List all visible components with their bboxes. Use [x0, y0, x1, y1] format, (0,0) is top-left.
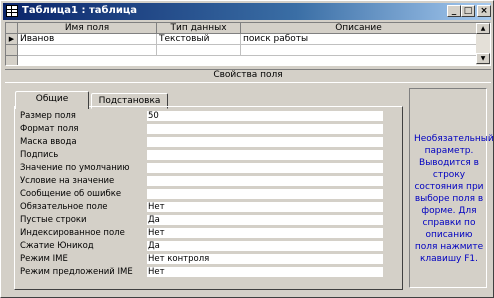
column-header-description[interactable]: Описание — [241, 23, 477, 34]
field-grid: Имя поля Тип данных Описание ▶ Иванов Те… — [5, 22, 491, 66]
tab-general[interactable]: Общие — [15, 91, 89, 109]
property-label: Маска ввода — [20, 137, 77, 147]
vertical-scrollbar[interactable]: ▲ ▼ — [476, 23, 490, 65]
scroll-down-icon[interactable]: ▼ — [476, 53, 490, 64]
property-value-field[interactable]: Нет — [147, 228, 383, 239]
property-value-field[interactable]: Нет — [147, 202, 383, 213]
property-value-field[interactable]: Нет — [147, 267, 383, 278]
property-value-field[interactable] — [147, 124, 383, 135]
table-icon — [6, 5, 18, 17]
title-bar[interactable]: Таблица1 : таблица _ □ × — [3, 3, 491, 20]
property-value-field[interactable]: Нет контроля — [147, 254, 383, 265]
property-value-field[interactable]: 50 — [147, 111, 383, 122]
property-value-field[interactable] — [147, 150, 383, 161]
property-label: Режим предложений IME — [20, 267, 133, 277]
property-label: Условие на значение — [20, 176, 115, 186]
column-header-data-type[interactable]: Тип данных — [157, 23, 241, 34]
property-label: Режим IME — [20, 254, 68, 264]
property-value-field[interactable] — [147, 137, 383, 148]
help-text: Необязательный параметр. Выводится в стр… — [414, 134, 494, 264]
row-selector[interactable] — [6, 45, 18, 56]
description-cell[interactable] — [241, 45, 477, 56]
table-design-window: Таблица1 : таблица _ □ × Имя поля Тип да… — [0, 0, 494, 298]
property-label: Формат поля — [20, 124, 79, 134]
field-properties-label: Свойства поля — [5, 69, 491, 83]
property-value-field[interactable] — [147, 189, 383, 200]
property-label: Размер поля — [20, 111, 76, 121]
property-label: Сжатие Юникод — [20, 241, 94, 251]
description-cell[interactable]: поиск работы — [241, 34, 477, 45]
property-label: Значение по умолчанию — [20, 163, 130, 173]
property-value-field[interactable]: Да — [147, 241, 383, 252]
help-panel: Необязательный параметр. Выводится в стр… — [409, 88, 494, 288]
property-label: Обязательное поле — [20, 202, 108, 212]
property-label: Сообщение об ошибке — [20, 189, 122, 199]
property-label: Подпись — [20, 150, 59, 160]
minimize-button[interactable]: _ — [447, 5, 461, 17]
property-value-field[interactable] — [147, 176, 383, 187]
window-title: Таблица1 : таблица — [22, 5, 137, 16]
row-selector[interactable] — [6, 56, 18, 65]
scroll-up-icon[interactable]: ▲ — [476, 23, 490, 34]
property-label: Пустые строки — [20, 215, 87, 225]
data-type-cell[interactable] — [157, 45, 241, 56]
row-selector-arrow-icon[interactable]: ▶ — [6, 34, 18, 45]
field-name-cell[interactable]: Иванов — [18, 34, 157, 45]
data-type-cell[interactable]: Текстовый — [157, 34, 241, 45]
field-name-cell[interactable] — [18, 45, 157, 56]
close-button[interactable]: × — [477, 5, 491, 17]
property-label: Индексированное поле — [20, 228, 125, 238]
column-header-field-name[interactable]: Имя поля — [18, 23, 157, 34]
grid-corner — [6, 23, 18, 34]
maximize-button[interactable]: □ — [461, 5, 475, 17]
property-value-field[interactable]: Да — [147, 215, 383, 226]
property-value-field[interactable] — [147, 163, 383, 174]
